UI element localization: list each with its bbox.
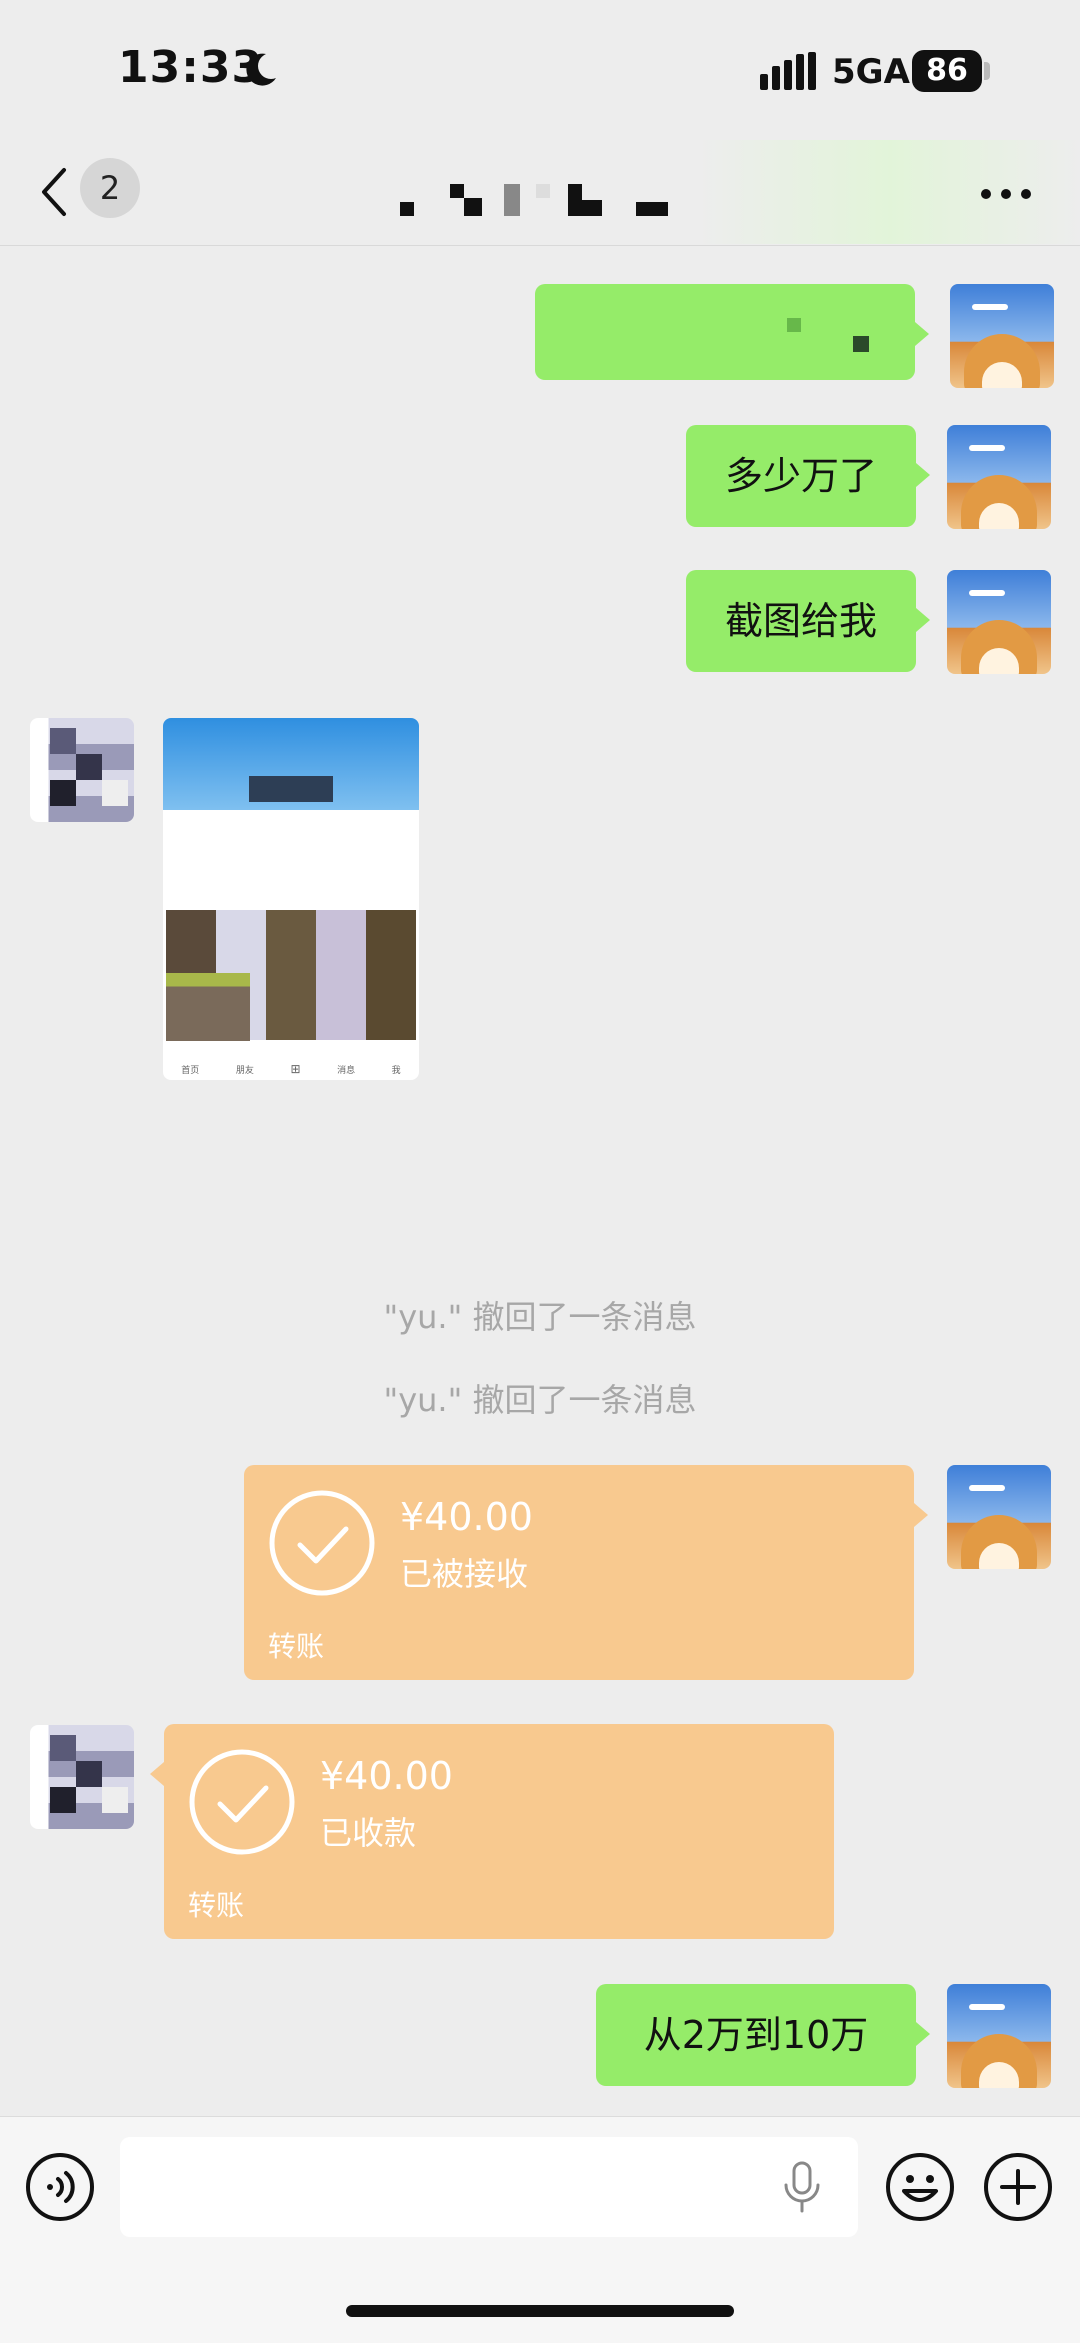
chat-title-redacted[interactable] <box>400 180 680 220</box>
moon-icon <box>246 53 276 86</box>
self-avatar[interactable] <box>947 570 1051 674</box>
screenshot-tab: 首页 <box>181 1065 200 1076</box>
recall-notice: "yu." 撤回了一条消息 <box>383 1298 697 1336</box>
transfer-amount: ¥40.00 <box>400 1495 533 1539</box>
screenshot-tab: 消息 <box>337 1065 356 1076</box>
message-bubble[interactable]: 多少万了 <box>686 425 930 527</box>
image-message-screenshot[interactable]: 首页 朋友 ⊞ 消息 我 <box>163 718 419 1080</box>
chat-header: 2 <box>0 140 1080 246</box>
battery-tip <box>984 62 990 80</box>
self-avatar[interactable] <box>950 284 1054 388</box>
message-text: 截图给我 <box>724 599 877 643</box>
message-bubble[interactable]: 从2万到10万 <box>596 1984 930 2086</box>
unread-count-badge[interactable]: 2 <box>80 158 140 218</box>
network-label: 5GA <box>832 52 910 92</box>
emoji-icon[interactable] <box>884 2151 956 2223</box>
message-bubble[interactable]: 截图给我 <box>686 570 930 672</box>
screenshot-tab: 我 <box>391 1065 401 1076</box>
self-avatar[interactable] <box>947 1465 1051 1569</box>
message-input[interactable] <box>120 2137 858 2237</box>
transfer-status: 已被接收 <box>400 1555 529 1593</box>
self-avatar[interactable] <box>947 1984 1051 2088</box>
status-bar: 13:33 5GA 86 <box>0 0 1080 140</box>
transfer-label: 转账 <box>188 1889 245 1922</box>
voice-icon[interactable] <box>24 2151 96 2223</box>
check-icon <box>189 1749 295 1855</box>
back-icon[interactable] <box>36 166 72 218</box>
recall-notice: "yu." 撤回了一条消息 <box>383 1381 697 1419</box>
contact-avatar[interactable] <box>30 718 134 822</box>
signal-icon <box>760 52 816 90</box>
battery-indicator: 86 <box>912 50 982 92</box>
self-avatar[interactable] <box>947 425 1051 529</box>
more-icon[interactable] <box>980 188 1032 200</box>
message-text: 从2万到10万 <box>643 2013 869 2057</box>
screenshot-tab: 朋友 <box>235 1065 254 1076</box>
transfer-card-received[interactable]: ¥40.00 已收款 转账 <box>150 1724 834 1939</box>
message-bubble-redacted[interactable] <box>535 284 929 380</box>
home-indicator[interactable] <box>346 2305 734 2317</box>
message-text: 多少万了 <box>724 454 877 498</box>
plus-icon[interactable] <box>982 2151 1054 2223</box>
transfer-amount: ¥40.00 <box>320 1754 453 1798</box>
transfer-card-sent[interactable]: ¥40.00 已被接收 转账 <box>244 1465 928 1680</box>
contact-avatar[interactable] <box>30 1725 134 1829</box>
transfer-label: 转账 <box>268 1630 325 1663</box>
check-icon <box>269 1490 375 1596</box>
transfer-status: 已收款 <box>320 1814 417 1852</box>
input-bar <box>0 2116 1080 2343</box>
mic-icon[interactable] <box>782 2161 822 2215</box>
screenshot-tab-bar: 首页 朋友 ⊞ 消息 我 <box>181 1062 401 1076</box>
